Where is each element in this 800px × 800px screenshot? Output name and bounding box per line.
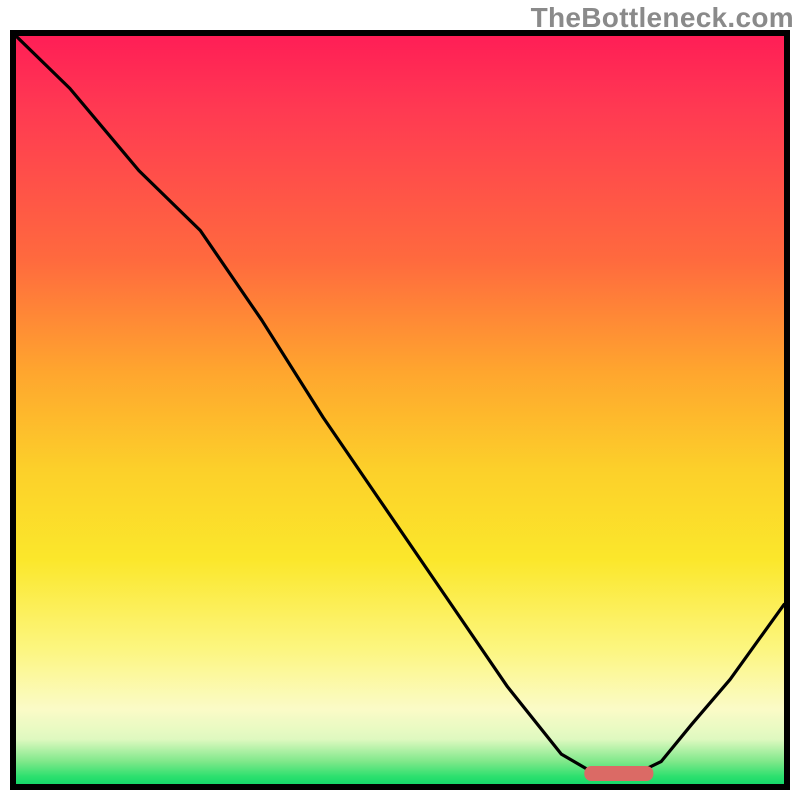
chart-container: TheBottleneck.com — [0, 0, 800, 800]
bottleneck-curve — [16, 36, 784, 777]
optimal-range-marker — [584, 766, 653, 781]
plot-area — [10, 30, 790, 790]
chart-svg — [16, 36, 784, 784]
